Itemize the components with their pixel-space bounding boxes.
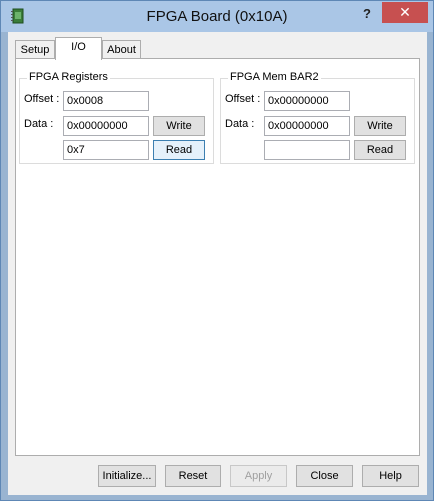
tab-io[interactable]: I/O (55, 37, 102, 60)
registers-offset-label: Offset : (24, 93, 60, 105)
help-button[interactable]: Help (362, 465, 419, 487)
dialog-client-area: Setup I/O About FPGA Registers Offset : … (8, 32, 427, 495)
dialog-window: FPGA Board (0x10A) ? ✕ Setup I/O About F… (0, 0, 434, 501)
close-window-button[interactable]: ✕ (382, 2, 428, 23)
membar-data-input[interactable]: 0x00000000 (264, 116, 350, 136)
registers-read-value[interactable]: 0x7 (63, 140, 149, 160)
fpga-registers-title: FPGA Registers (27, 71, 110, 83)
help-title-button[interactable]: ? (356, 5, 378, 23)
registers-offset-input[interactable]: 0x0008 (63, 91, 149, 111)
membar-offset-input[interactable]: 0x00000000 (264, 91, 350, 111)
membar-read-value[interactable] (264, 140, 350, 160)
registers-write-button[interactable]: Write (153, 116, 205, 136)
initialize-button[interactable]: Initialize... (98, 465, 156, 487)
fpga-mem-bar2-title: FPGA Mem BAR2 (228, 71, 321, 83)
membar-offset-label: Offset : (225, 93, 261, 105)
registers-read-button[interactable]: Read (153, 140, 205, 160)
fpga-mem-bar2-group: FPGA Mem BAR2 Offset : 0x00000000 Data :… (220, 71, 415, 164)
apply-button[interactable]: Apply (230, 465, 287, 487)
registers-data-input[interactable]: 0x00000000 (63, 116, 149, 136)
reset-button[interactable]: Reset (165, 465, 221, 487)
tab-setup[interactable]: Setup (15, 40, 55, 60)
membar-read-button[interactable]: Read (354, 140, 406, 160)
tab-about[interactable]: About (102, 40, 141, 60)
membar-data-label: Data : (225, 118, 255, 130)
close-button[interactable]: Close (296, 465, 353, 487)
tab-page-io: FPGA Registers Offset : 0x0008 Data : 0x… (15, 58, 420, 456)
fpga-registers-group: FPGA Registers Offset : 0x0008 Data : 0x… (19, 71, 214, 164)
title-bar[interactable]: FPGA Board (0x10A) ? ✕ (1, 1, 433, 32)
membar-write-button[interactable]: Write (354, 116, 406, 136)
registers-data-label: Data : (24, 118, 54, 130)
